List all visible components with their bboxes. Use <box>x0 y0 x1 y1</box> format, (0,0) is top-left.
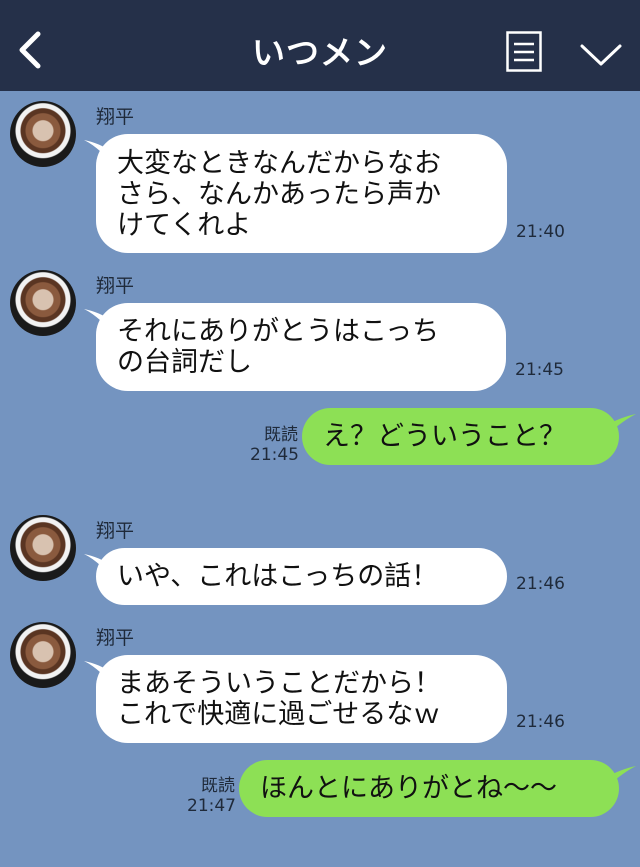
message-line: いや、これはこっちの話！ <box>117 561 439 592</box>
message-bubble[interactable]: 大変なときなんだからなお さら、なんかあったら声か けてくれよ <box>96 134 507 253</box>
message-time: 21:46 <box>516 712 565 732</box>
notes-button[interactable] <box>506 31 542 72</box>
message-line: さら、なんかあったら声か <box>117 179 441 210</box>
message-line: え？どういうこと？ <box>323 421 566 452</box>
message-time: 21:40 <box>516 222 565 242</box>
chat-header: いつメン <box>0 0 640 91</box>
chat-title: いつメン <box>252 33 388 72</box>
sender-name: 翔平 <box>96 627 135 649</box>
message-time: 21:46 <box>516 574 565 594</box>
message-time: 21:45 <box>250 445 299 465</box>
message-bubble[interactable]: それにありがとうはこっち の台詞だし <box>96 303 506 391</box>
more-button[interactable] <box>578 38 624 70</box>
message-line: けてくれよ <box>117 210 252 241</box>
avatar[interactable] <box>10 101 76 167</box>
chevron-down-icon <box>580 44 622 66</box>
message-line: 大変なときなんだからなお <box>117 148 441 179</box>
sender-name: 翔平 <box>96 520 135 542</box>
message-time: 21:47 <box>187 796 236 816</box>
read-receipt: 既読 21:45 <box>250 425 299 465</box>
sender-name: 翔平 <box>96 106 135 128</box>
message-line: の台詞だし <box>117 347 252 378</box>
avatar[interactable] <box>10 515 76 581</box>
message-line: まあそういうことだから！ <box>117 668 441 699</box>
message-line: ほんとにありがとね〜〜 <box>260 773 557 804</box>
message-time: 21:45 <box>515 360 564 380</box>
message-line: それにありがとうはこっち <box>117 316 440 347</box>
read-label: 既読 <box>264 425 298 445</box>
message-bubble[interactable]: いや、これはこっちの話！ <box>96 548 507 605</box>
read-label: 既読 <box>201 776 235 796</box>
message-bubble[interactable]: まあそういうことだから！ これで快適に過ごせるなｗ <box>96 655 507 743</box>
read-receipt: 既読 21:47 <box>187 776 236 816</box>
message-bubble[interactable]: え？どういうこと？ <box>302 408 619 465</box>
avatar[interactable] <box>10 270 76 336</box>
message-line: これで快適に過ごせるなｗ <box>117 699 441 730</box>
sender-name: 翔平 <box>96 275 135 297</box>
avatar[interactable] <box>10 622 76 688</box>
notes-icon <box>506 31 542 72</box>
message-bubble[interactable]: ほんとにありがとね〜〜 <box>239 760 619 817</box>
